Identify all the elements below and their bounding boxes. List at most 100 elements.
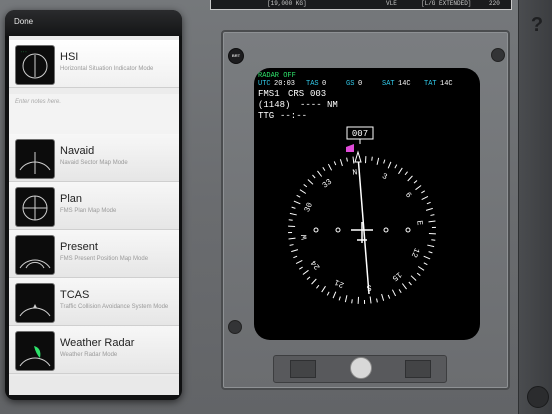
mode-title: Navaid (60, 145, 95, 157)
tcas-thumbnail-icon (15, 283, 55, 323)
top-strip-mid: VLE (386, 0, 397, 7)
compass-tick (404, 171, 408, 176)
mode-selector-popover: Done ··· HSI Horizontal Situation Indica… (5, 10, 182, 400)
compass-tick (296, 194, 301, 198)
compass-tick (317, 170, 323, 177)
compass-tick (423, 255, 431, 260)
compass-tick (376, 298, 378, 303)
top-strip-left: [19,000 KG] (267, 0, 307, 7)
compass-label: 21 (333, 277, 346, 289)
compass-tick (338, 296, 341, 301)
deviation-dot (405, 227, 411, 233)
compass-tick (423, 262, 428, 266)
compass-tick (408, 281, 412, 286)
compass-tick (289, 244, 294, 246)
mode-subtitle: FMS Plan Map Mode (60, 208, 117, 214)
compass-tick (289, 212, 297, 216)
compass-tick (383, 159, 386, 164)
svg-text:···: ··· (20, 51, 27, 55)
done-button[interactable]: Done (14, 17, 33, 26)
compass-label: 15 (390, 269, 403, 282)
compass-tick (427, 244, 435, 248)
compass-tick (326, 291, 330, 296)
compass-tick (311, 278, 317, 285)
compass-label: 6 (403, 191, 413, 200)
compass-tick (288, 237, 296, 240)
compass-tick (306, 276, 311, 280)
help-button[interactable]: ? (528, 14, 546, 36)
mode-item-navaid[interactable]: Navaid Navaid Sector Map Mode (9, 134, 179, 182)
compass-tick (293, 200, 301, 205)
compass-tick (346, 157, 348, 162)
compass-tick (376, 157, 380, 165)
compass-tick (344, 295, 348, 303)
mode-subtitle: Traffic Collision Avoidance System Mode (60, 304, 169, 310)
compass-tick (430, 214, 435, 216)
compass-tick (293, 255, 298, 259)
mode-title: HSI (60, 51, 79, 63)
compass-tick (398, 289, 402, 294)
compass-tick (352, 156, 355, 164)
mode-item-plan[interactable]: Plan FMS Plan Map Mode (9, 182, 179, 230)
mode-item-hsi[interactable]: ··· HSI Horizontal Situation Indicator M… (9, 40, 179, 88)
deviation-dot (383, 227, 389, 233)
compass-tick (351, 299, 353, 304)
mode-subtitle: Horizontal Situation Indicator Mode (60, 66, 154, 72)
compass-tick (371, 156, 373, 161)
deviation-dot (313, 227, 319, 233)
compass-tick (291, 249, 299, 253)
mode-subtitle: Navaid Sector Map Mode (60, 160, 128, 166)
compass-tick (327, 163, 333, 171)
notes-field[interactable]: Enter notes here. (9, 94, 179, 135)
compass-label: 24 (309, 258, 322, 271)
compass-tick (387, 161, 392, 169)
control-button-right[interactable] (405, 360, 431, 378)
compass-tick (413, 180, 418, 184)
mode-item-tcas[interactable]: TCAS Traffic Collision Avoidance System … (9, 278, 179, 326)
course-arrow-icon (354, 150, 362, 163)
mode-subtitle: FMS Present Position Map Mode (60, 256, 149, 262)
notes-placeholder: Enter notes here. (15, 99, 62, 105)
navaid-thumbnail-icon (15, 139, 55, 179)
bezel-screw-icon (228, 320, 242, 334)
compass-tick (332, 291, 337, 299)
compass-rose: 007 N36E1215S2124W3033 (288, 126, 436, 304)
top-strip-right-value: 220 (489, 0, 500, 7)
brightness-knob[interactable]: BRT (228, 48, 244, 64)
heading-readout: 007 (352, 129, 368, 139)
compass-tick (410, 275, 417, 281)
compass-tick (417, 266, 425, 271)
settings-knob-icon[interactable] (527, 386, 549, 408)
course-pointer (357, 155, 370, 295)
compass-tick (295, 259, 303, 265)
range-knob[interactable] (350, 357, 372, 379)
compass-tick (394, 164, 398, 169)
compass-tick (426, 201, 431, 205)
compass-tick (387, 294, 391, 299)
compass-label: W (300, 234, 310, 240)
mode-item-present[interactable]: Present FMS Present Position Map Mode (9, 230, 179, 278)
compass-tick (428, 220, 436, 223)
compass-tick (421, 195, 429, 201)
compass-tick (298, 266, 303, 270)
compass-label: 33 (321, 177, 334, 190)
control-button-left[interactable] (290, 360, 316, 378)
compass-tick (421, 190, 426, 194)
mode-item-weather-radar[interactable]: Weather Radar Weather Radar Mode (9, 326, 179, 374)
popover-header: Done (5, 10, 182, 36)
compass-tick (339, 159, 343, 167)
mode-title: Present (60, 241, 98, 253)
compass-tick (312, 174, 316, 179)
popover-footer (9, 376, 179, 395)
compass-tick (381, 293, 385, 301)
compass-tick (321, 285, 326, 293)
heading-bug-icon (346, 144, 354, 152)
mode-list: ··· HSI Horizontal Situation Indicator M… (9, 36, 179, 395)
compass-tick (431, 239, 436, 241)
bezel-screw-icon (491, 48, 505, 62)
compass-tick (322, 166, 326, 171)
top-strip-right: [L/G EXTENDED] (421, 0, 472, 7)
compass-tick (316, 284, 320, 289)
compass-tick (333, 161, 337, 166)
compass-tick (302, 269, 309, 275)
